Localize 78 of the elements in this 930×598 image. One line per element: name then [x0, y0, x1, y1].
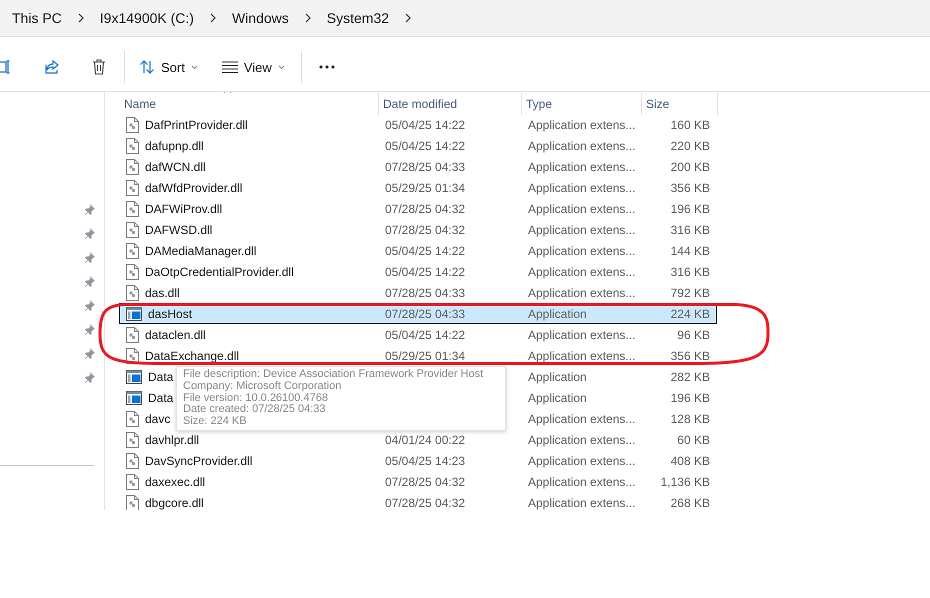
file-name: davc	[145, 412, 170, 426]
file-type: Application extens...	[527, 180, 636, 194]
file-name: DafPrintProvider.dll	[145, 118, 248, 132]
file-type: Application extens...	[527, 118, 636, 132]
file-name: daxexec.dll	[145, 474, 206, 488]
date-modified: 05/29/25 01:34	[384, 348, 466, 362]
tooltip-line: File version: 10.0.26100.4768	[183, 392, 329, 404]
file-name: DAFWSD.dll	[145, 222, 212, 236]
date-modified: 07/28/25 04:33	[384, 286, 466, 300]
file-type: Application extens...	[527, 244, 636, 258]
file-name: DavSyncProvider.dll	[145, 454, 252, 468]
date-modified: 07/28/25 04:33	[384, 306, 466, 320]
file-type: Application extens...	[527, 138, 636, 152]
date-modified: 05/29/25 01:34	[384, 180, 466, 194]
file-name: dafupnp.dll	[145, 138, 204, 152]
file-size: 408 KB	[670, 454, 711, 468]
file-name: dasHost	[148, 306, 192, 320]
file-size: 160 KB	[670, 118, 711, 132]
file-type: Application	[527, 306, 588, 320]
file-size: 128 KB	[670, 412, 711, 426]
tooltip-line: Date created: 07/28/25 04:33	[183, 404, 326, 416]
date-modified: 05/04/25 14:22	[384, 118, 466, 132]
file-name: dafWCN.dll	[145, 160, 206, 174]
date-modified: 05/04/25 14:22	[384, 244, 466, 258]
date-modified: 07/28/25 04:32	[384, 474, 466, 488]
file-type: Application	[527, 390, 588, 404]
tooltip-line: Size: 224 KB	[183, 416, 248, 428]
file-name: davhlpr.dll	[145, 432, 200, 446]
file-size: 196 KB	[670, 202, 711, 216]
file-name: Data	[148, 390, 174, 404]
tooltip-line: Company: Microsoft Corporation	[183, 380, 342, 393]
file-name: Data	[148, 370, 174, 384]
file-size: 144 KB	[670, 244, 711, 258]
file-type: Application extens...	[527, 412, 636, 426]
file-name: DAMediaManager.dll	[145, 244, 256, 258]
file-size: 220 KB	[670, 138, 711, 152]
date-modified: 05/04/25 14:23	[384, 454, 466, 468]
file-size: 316 KB	[670, 222, 711, 236]
date-modified: 04/01/24 00:22	[384, 432, 466, 446]
file-name: DAFWiProv.dll	[145, 202, 222, 216]
file-name: das.dll	[145, 286, 180, 300]
date-modified: 05/04/25 14:22	[384, 328, 466, 342]
file-type: Application extens...	[527, 432, 636, 446]
file-size: 282 KB	[670, 370, 711, 384]
file-type: Application extens...	[527, 496, 636, 510]
file-type: Application	[527, 370, 588, 384]
file-size: 96 KB	[676, 328, 711, 342]
file-name: dataclen.dll	[145, 328, 206, 342]
date-modified: 07/28/25 04:33	[384, 160, 466, 174]
tooltip-line: File description: Device Association Framework Provider Host	[183, 369, 484, 381]
file-size: 1,136 KB	[660, 474, 711, 488]
file-type: Application extens...	[527, 328, 636, 342]
file-type: Application extens...	[527, 454, 636, 468]
file-size: 196 KB	[670, 390, 711, 404]
file-type: Application extens...	[527, 286, 636, 300]
file-size: 792 KB	[670, 286, 711, 300]
file-size: 356 KB	[670, 180, 711, 194]
file-size: 316 KB	[670, 264, 711, 278]
date-modified: 07/28/25 04:32	[384, 202, 466, 216]
file-name: dbgcore.dll	[145, 496, 204, 510]
file-name: DataExchange.dll	[145, 348, 240, 362]
file-type: Application extens...	[527, 264, 636, 278]
file-size: 268 KB	[670, 496, 711, 510]
file-type: Application extens...	[527, 160, 636, 174]
file-name: DaOtpCredentialProvider.dll	[145, 264, 294, 278]
file-size: 200 KB	[670, 160, 711, 174]
file-size: 356 KB	[670, 348, 711, 362]
date-modified: 05/04/25 14:22	[384, 264, 466, 278]
file-size: 60 KB	[676, 432, 711, 446]
file-size: 224 KB	[670, 306, 711, 320]
file-type: Application extens...	[527, 222, 636, 236]
file-type: Application extens...	[527, 348, 636, 362]
file-type: Application extens...	[527, 202, 636, 216]
file-name: dafWfdProvider.dll	[145, 180, 242, 194]
file-type: Application extens...	[527, 474, 636, 488]
date-modified: 07/28/25 04:32	[384, 222, 466, 236]
date-modified: 07/28/25 04:32	[384, 496, 466, 510]
date-modified: 05/04/25 14:22	[384, 138, 466, 152]
